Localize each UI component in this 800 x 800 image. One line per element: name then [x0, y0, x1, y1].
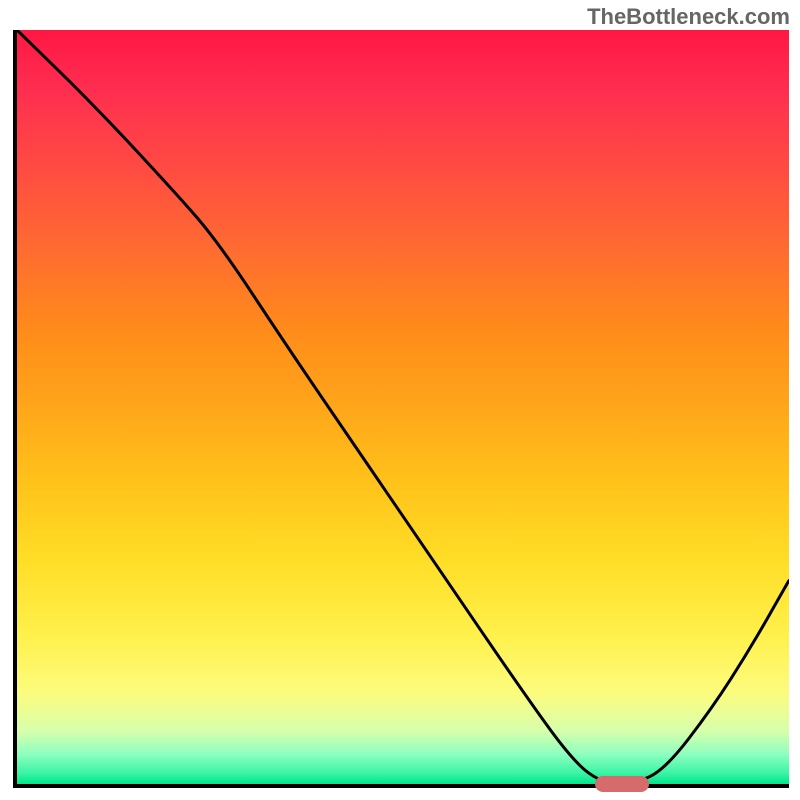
bottleneck-curve [17, 30, 789, 784]
chart-area [13, 30, 789, 788]
optimal-marker [595, 776, 649, 792]
watermark-text: TheBottleneck.com [587, 4, 790, 30]
